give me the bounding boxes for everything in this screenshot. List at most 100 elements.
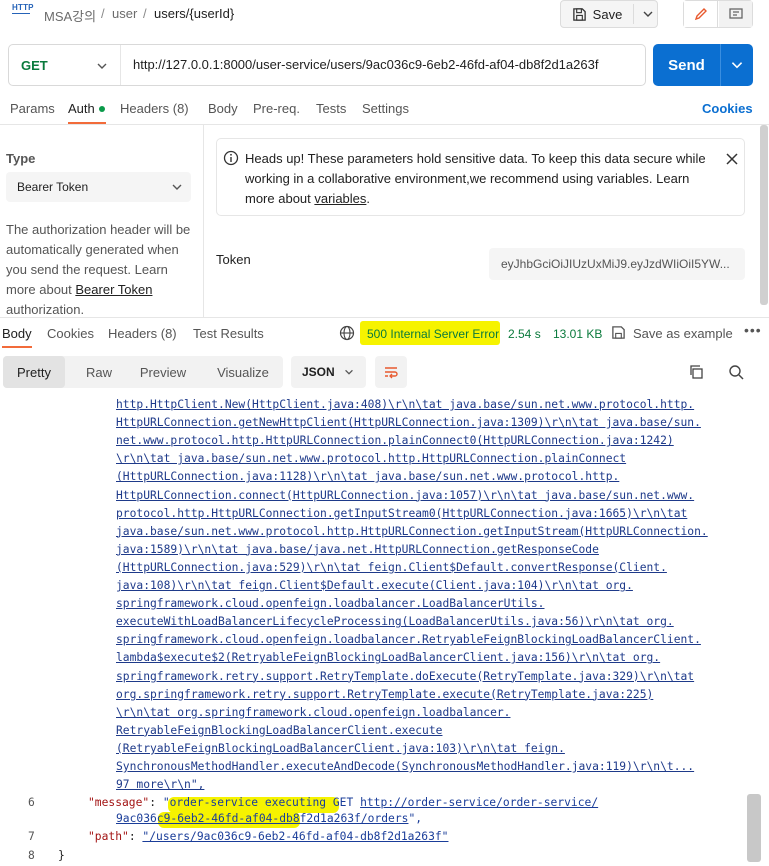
line-number: 8: [28, 849, 35, 862]
tab-tests[interactable]: Tests: [316, 101, 346, 116]
stack-trace-line: java:108)\r\n\tat feign.Client$Default.e…: [116, 579, 633, 592]
stack-trace-line: net.www.protocol.http.HttpURLConnection.…: [116, 434, 674, 448]
send-main-button[interactable]: Send: [653, 44, 720, 86]
code-line-message-cont: 9ac036c9-6eb2-46fd-af04-db8f2d1a263f/ord…: [116, 812, 422, 825]
breadcrumb-folder[interactable]: user: [112, 6, 137, 21]
save-icon: [612, 326, 625, 339]
save-as-example-button[interactable]: Save as example: [633, 326, 733, 341]
response-format-value: JSON: [302, 365, 335, 379]
tab-auth[interactable]: Auth: [68, 101, 105, 116]
notice-text-end: .: [366, 191, 371, 206]
response-tab-headers[interactable]: Headers (8): [108, 326, 177, 341]
code-line-path: "path": "/users/9ac036c9-6eb2-46fd-af04-…: [88, 830, 449, 843]
comments-button[interactable]: [719, 1, 752, 27]
send-button[interactable]: Send: [653, 44, 753, 86]
breadcrumb-separator: /: [143, 6, 147, 21]
variables-link[interactable]: variables: [314, 191, 366, 206]
copy-icon[interactable]: [688, 364, 704, 380]
json-value-message-end: ",: [408, 812, 423, 825]
search-icon[interactable]: [728, 364, 744, 380]
response-tab-test-results[interactable]: Test Results: [193, 326, 264, 341]
code-line-message: "message": "order-service executing GET …: [88, 796, 599, 809]
chevron-down-icon[interactable]: [729, 57, 745, 73]
http-request-icon: HTTP: [12, 4, 34, 14]
more-options-icon[interactable]: •••: [744, 322, 762, 338]
view-pretty-button[interactable]: Pretty: [3, 356, 65, 388]
auth-active-dot: [98, 105, 105, 112]
stack-trace-line: 97 more\r\n",: [116, 778, 205, 792]
tab-params[interactable]: Params: [10, 101, 55, 116]
auth-type-panel: Type Bearer Token The authorization head…: [0, 125, 204, 317]
stack-trace-line: RetryableFeignBlockingLoadBalancerClient…: [116, 723, 443, 737]
json-value-path[interactable]: "/users/9ac036c9-6eb2-46fd-af04-db8f2d1a…: [142, 830, 448, 843]
save-main-button[interactable]: Save: [561, 1, 633, 27]
token-input[interactable]: eyJhbGciOiJIUzUxMiJ9.eyJzdWIiOiI5YW...: [489, 248, 745, 280]
stack-trace-line: http.HttpClient.New(HttpClient.java:408)…: [116, 398, 695, 411]
method-select[interactable]: GET: [9, 45, 121, 85]
auth-description: The authorization header will be automat…: [6, 220, 198, 320]
comment-icon: [728, 8, 743, 19]
save-label: Save: [592, 6, 623, 22]
breadcrumb-request-name[interactable]: users/{userId}: [154, 6, 234, 21]
view-preview-button[interactable]: Preview: [131, 356, 195, 388]
code-line-close-brace: }: [58, 849, 65, 862]
response-tab-body[interactable]: Body: [2, 326, 32, 341]
save-icon: [572, 7, 586, 21]
json-key-path: "path": [88, 830, 129, 843]
response-body-code[interactable]: http.HttpClient.New(HttpClient.java:408)…: [0, 394, 769, 866]
stack-trace-line: \r\n\tat org.springframework.cloud.openf…: [116, 705, 511, 719]
stack-trace-line: protocol.http.HttpURLConnection.getInput…: [116, 506, 688, 520]
auth-panel-scrollbar[interactable]: [760, 125, 768, 305]
stack-trace-line: HttpURLConnection.connect(HttpURLConnect…: [116, 488, 695, 502]
tab-pre-request[interactable]: Pre-req.: [253, 101, 300, 116]
json-value-message: "order-service executing GET: [162, 796, 361, 809]
view-mode-toggle: [683, 0, 753, 28]
tab-body[interactable]: Body: [208, 101, 238, 116]
response-format-select[interactable]: JSON: [291, 356, 366, 388]
line-number: 7: [28, 830, 35, 843]
message-url-link[interactable]: http://order-service/order-service/: [360, 796, 598, 809]
chevron-down-icon[interactable]: [641, 7, 655, 21]
globe-icon[interactable]: [339, 325, 355, 341]
response-time[interactable]: 2.54 s: [508, 327, 541, 341]
response-tab-cookies[interactable]: Cookies: [47, 326, 94, 341]
top-bar: HTTP MSA강의 / user / users/{userId} Save: [0, 0, 769, 30]
method-value: GET: [21, 57, 48, 73]
bearer-token-link[interactable]: Bearer Token: [75, 282, 152, 297]
wrap-lines-button[interactable]: [375, 356, 407, 388]
stack-trace-line: (HttpURLConnection.java:1128)\r\n\tat ja…: [116, 470, 620, 484]
request-url-bar: GET: [8, 44, 646, 86]
stack-trace-line: org.springframework.retry.support.RetryT…: [116, 687, 654, 701]
stack-trace-line: lambda$execute$2(RetryableFeignBlockingL…: [116, 651, 661, 665]
chevron-down-icon: [172, 184, 182, 190]
stack-trace-line: (RetryableFeignBlockingLoadBalancerClien…: [116, 741, 565, 755]
auth-type-select[interactable]: Bearer Token: [6, 172, 191, 202]
url-input[interactable]: [133, 57, 638, 72]
stack-trace-line: \r\n\tat java.base/sun.net.www.protocol.…: [116, 452, 627, 466]
response-size[interactable]: 13.01 KB: [553, 327, 602, 341]
view-raw-button[interactable]: Raw: [73, 356, 125, 388]
cookies-link[interactable]: Cookies: [702, 101, 753, 116]
view-visualize-button[interactable]: Visualize: [207, 356, 279, 388]
tab-settings[interactable]: Settings: [362, 101, 409, 116]
response-scrollbar[interactable]: [747, 794, 761, 862]
stack-trace-line: HttpURLConnection.getNewHttpClient(HttpU…: [116, 416, 701, 430]
stack-trace-line: executeWithLoadBalancerLifecycleProcessi…: [116, 615, 674, 629]
save-button[interactable]: Save: [560, 0, 658, 28]
response-view-modes: Pretty Raw Preview Visualize: [3, 356, 283, 388]
stack-trace-line: springframework.retry.support.RetryTempl…: [116, 669, 695, 683]
stack-trace-line: SynchronousMethodHandler.executeAndDecod…: [116, 760, 695, 773]
stack-trace-line: (HttpURLConnection.java:529)\r\n\tat fei…: [116, 560, 667, 574]
json-key-message: "message": [88, 796, 150, 809]
close-icon[interactable]: [725, 152, 739, 166]
stack-trace-line: java.base/sun.net.www.protocol.http.Http…: [116, 524, 708, 538]
line-number: 6: [28, 796, 35, 809]
chevron-down-icon: [97, 63, 107, 69]
active-tab-indicator: [2, 346, 32, 348]
json-value-message-cont[interactable]: 9ac036c9-6eb2-46fd-af04-db8f2d1a263f/ord…: [116, 812, 408, 825]
http-icon-text: HTTP: [12, 3, 34, 12]
tab-headers[interactable]: Headers (8): [120, 101, 189, 116]
response-status[interactable]: 500 Internal Server Error: [367, 327, 499, 341]
breadcrumb-collection[interactable]: MSA강의: [44, 6, 96, 25]
edit-mode-button[interactable]: [684, 1, 718, 27]
